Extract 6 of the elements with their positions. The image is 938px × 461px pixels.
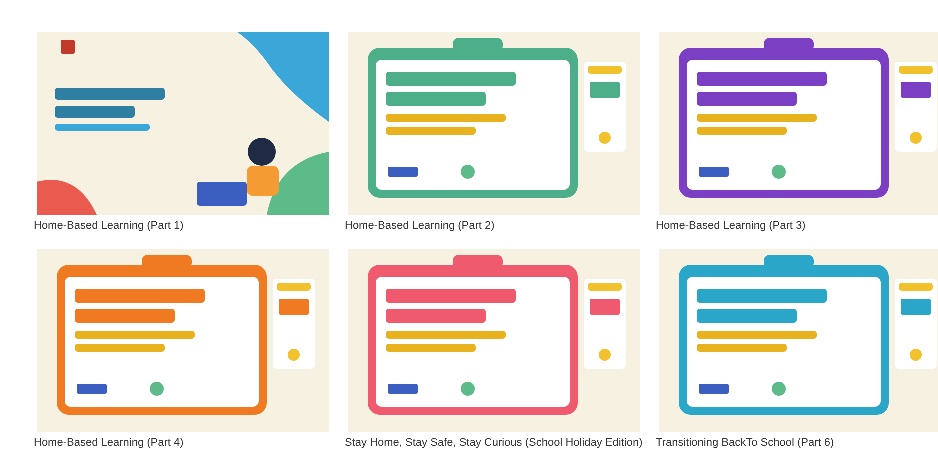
thumbnail-caption[interactable]: Home-Based Learning (Part 4): [34, 436, 329, 450]
thumbnail-caption[interactable]: Home-Based Learning (Part 1): [34, 219, 329, 233]
thumbnail-caption[interactable]: Home-Based Learning (Part 2): [345, 219, 640, 233]
thumbnail-caption[interactable]: Home-Based Learning (Part 3): [656, 219, 938, 233]
thumbnail-caption[interactable]: Stay Home, Stay Safe, Stay Curious (School Holiday Edition): [345, 436, 640, 450]
thumbnail-caption[interactable]: Transitioning BackTo School (Part 6): [656, 436, 938, 450]
